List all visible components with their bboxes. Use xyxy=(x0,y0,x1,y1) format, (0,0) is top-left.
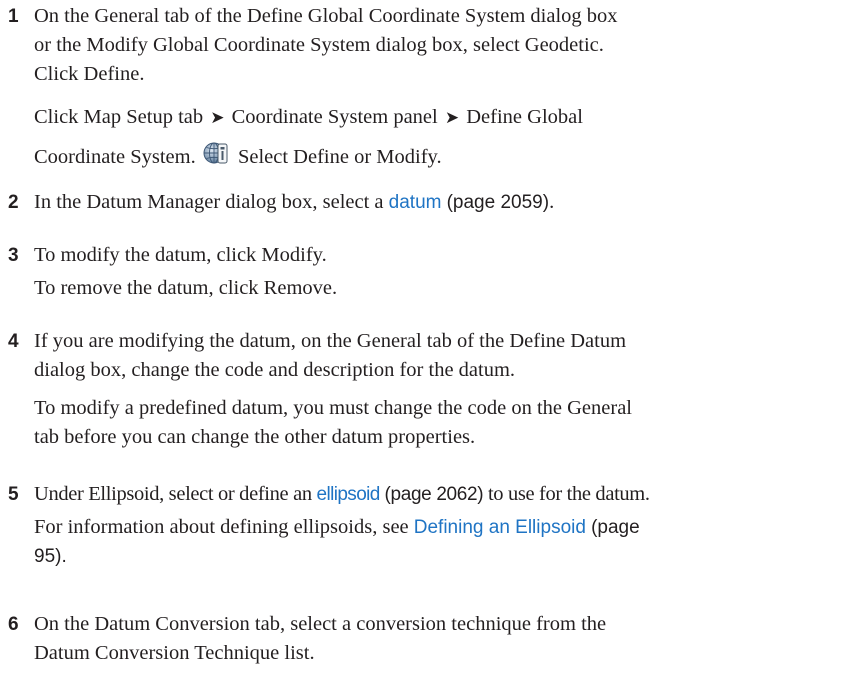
step-subtext: For information about defining ellipsoid… xyxy=(34,516,640,567)
step-3: 3 To modify the datum, click Modify. To … xyxy=(8,241,838,303)
arrow-icon: ➤ xyxy=(444,108,460,127)
step-number: 4 xyxy=(8,331,19,352)
step-subtext: To remove the datum, click Remove. xyxy=(34,277,338,299)
step-text: On the General tab of the Define Global … xyxy=(34,5,618,85)
step-number: 5 xyxy=(8,484,19,505)
page-reference-cont: 95). xyxy=(34,546,67,567)
step-4: 4 If you are modifying the datum, on the… xyxy=(8,327,838,452)
step-number: 1 xyxy=(8,6,19,27)
nav-item-coordinate-system-panel: Coordinate System panel xyxy=(231,106,438,128)
step-2: 2 In the Datum Manager dialog box, selec… xyxy=(8,188,838,217)
datum-link[interactable]: datum xyxy=(389,192,442,213)
global-coordinate-system-icon xyxy=(203,139,229,167)
defining-an-ellipsoid-link[interactable]: Defining an Ellipsoid xyxy=(414,517,586,538)
arrow-icon: ➤ xyxy=(210,108,225,127)
page-reference: (page 2059) xyxy=(446,192,550,213)
step-number: 3 xyxy=(8,245,19,266)
step-note: To modify a predefined datum, you must c… xyxy=(34,397,632,448)
page-reference: (page xyxy=(591,517,640,538)
step-number: 6 xyxy=(8,614,19,635)
step-text: In the Datum Manager dialog box, select … xyxy=(34,191,555,213)
step-text: On the Datum Conversion tab, select a co… xyxy=(34,613,607,664)
step-text: To modify the datum, click Modify. xyxy=(34,244,327,266)
step-text: If you are modifying the datum, on the G… xyxy=(34,330,627,381)
step-5: 5 Under Ellipsoid, select or define an e… xyxy=(8,480,838,571)
step-6: 6 On the Datum Conversion tab, select a … xyxy=(8,610,838,668)
nav-item-define-global: Define Global xyxy=(466,106,583,128)
step-text: Under Ellipsoid, select or define an ell… xyxy=(34,483,650,505)
ellipsoid-link[interactable]: ellipsoid xyxy=(317,484,381,505)
step-1: 1 On the General tab of the Define Globa… xyxy=(8,2,838,175)
page-reference: (page 2062) xyxy=(384,484,484,505)
step-number: 2 xyxy=(8,192,19,213)
nav-item-map-setup-tab: Map Setup tab xyxy=(83,106,204,128)
ribbon-navigation: Click Map Setup tab ➤ Coordinate System … xyxy=(34,106,583,168)
